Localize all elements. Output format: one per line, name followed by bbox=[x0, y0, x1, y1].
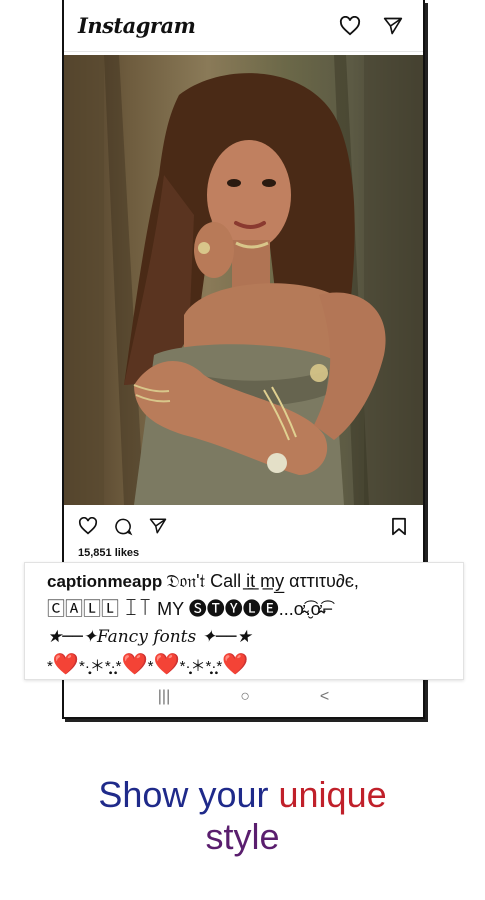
home-button[interactable]: ○ bbox=[240, 688, 250, 706]
tagline-word: unique bbox=[278, 774, 387, 815]
app-header: Instagram bbox=[64, 0, 423, 52]
tagline-word: your bbox=[198, 774, 269, 815]
bookmark-icon[interactable] bbox=[391, 517, 407, 536]
share-send-icon[interactable] bbox=[149, 517, 167, 535]
caption-line-3: ★──✦Fancy fonts ✦──★ bbox=[47, 627, 252, 647]
hearts-separator: *·̩̩̥͙＊*̩̩̥͙·̩̩̥ bbox=[79, 658, 116, 675]
screen: Instagram 15,851 likes ||| ○ < captionme… bbox=[0, 0, 485, 900]
caption-text-1: 𝔇𝔬𝔫'𝔱 Call i̲t̲ m̲y̲ ατтιτυ∂є, bbox=[166, 571, 359, 591]
header-actions bbox=[339, 15, 403, 36]
tagline-line-2: style bbox=[0, 816, 485, 858]
caption-username[interactable]: captionmeapp bbox=[47, 572, 162, 591]
app-logo: Instagram bbox=[78, 13, 196, 38]
caption-line-2: 🄲🄰🄻🄻 ꀤ꓄ MY 🅢🅣🅨🅛🅔...ơ̴̴͡.̮ơ̴̴͡⌐ bbox=[47, 599, 333, 619]
promo-tagline: Show your unique style bbox=[0, 774, 485, 858]
system-nav-bar: ||| ○ < bbox=[64, 682, 423, 712]
likes-count[interactable]: 15,851 likes bbox=[78, 547, 139, 559]
tagline-word: style bbox=[205, 816, 280, 857]
red-heart-icon: ❤️ bbox=[153, 653, 180, 676]
woman-portrait-photo bbox=[64, 55, 423, 505]
post-photo[interactable] bbox=[64, 55, 423, 505]
heart-icon[interactable] bbox=[339, 15, 361, 36]
back-button[interactable]: < bbox=[320, 688, 329, 706]
tagline-line-1: Show your unique bbox=[0, 774, 485, 816]
send-icon[interactable] bbox=[383, 16, 403, 36]
post-action-bar bbox=[64, 511, 423, 541]
tagline-word: Show bbox=[98, 774, 189, 815]
caption-line-4: *❤️*·̩̩̥͙＊*̩̩̥͙·̩̩̥*❤️*❤️*·̩̩̥͙＊*̩̩̥͙·̩̩… bbox=[47, 651, 463, 679]
red-heart-icon: ❤️ bbox=[222, 653, 249, 676]
hearts-separator: *·̩̩̥͙＊*̩̩̥͙·̩̩̥ bbox=[179, 658, 217, 675]
red-heart-icon: ❤️ bbox=[121, 653, 148, 676]
recents-button[interactable]: ||| bbox=[158, 688, 170, 706]
caption-overlay-card: captionmeapp 𝔇𝔬𝔫'𝔱 Call i̲t̲ m̲y̲ ατтιτυ∂… bbox=[24, 562, 464, 680]
like-heart-icon[interactable] bbox=[78, 517, 98, 535]
caption-line-1: captionmeapp 𝔇𝔬𝔫'𝔱 Call i̲t̲ m̲y̲ ατтιτυ∂… bbox=[47, 567, 463, 595]
red-heart-icon: ❤️ bbox=[52, 653, 79, 676]
post-actions-left bbox=[78, 517, 167, 536]
comment-icon[interactable] bbox=[114, 517, 133, 536]
